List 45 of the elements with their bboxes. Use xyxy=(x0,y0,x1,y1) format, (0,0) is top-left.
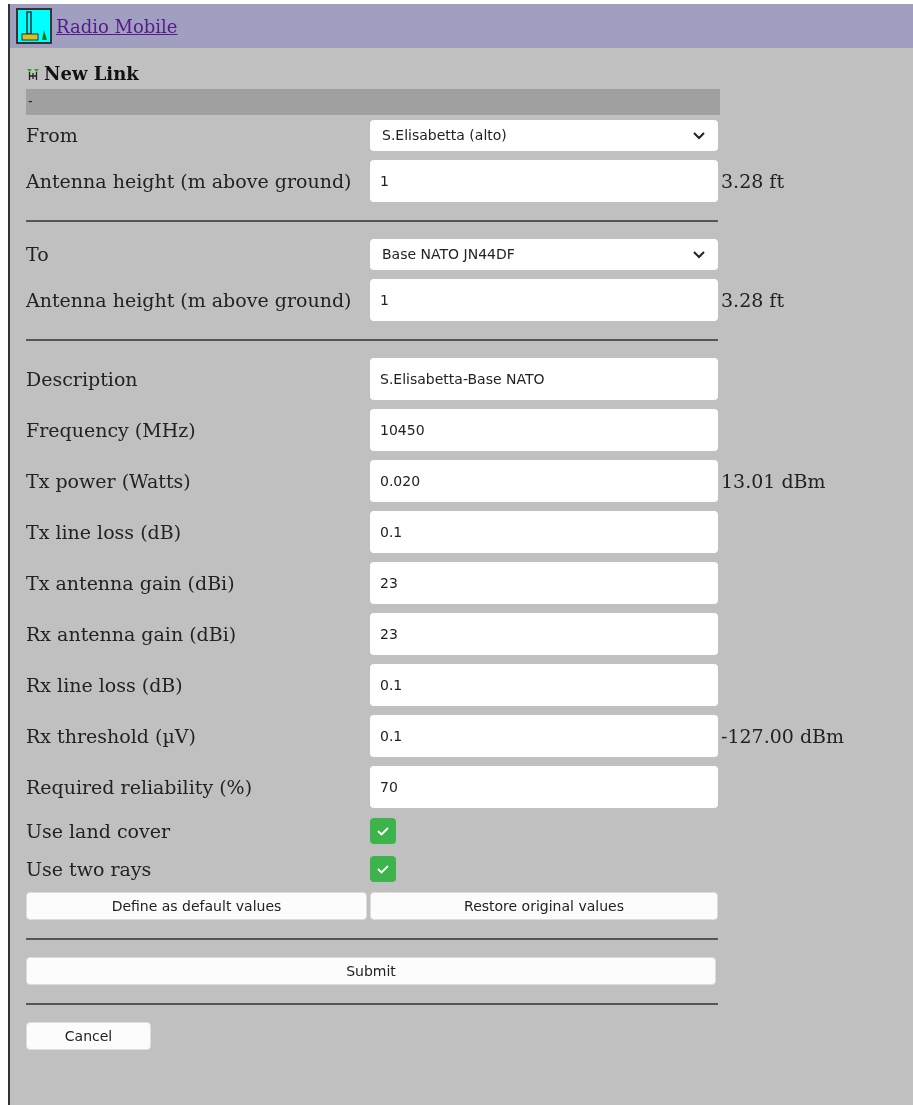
input-field[interactable]: S.Elisabetta-Base NATO xyxy=(370,358,718,400)
field-label: Rx antenna gain (dBi) xyxy=(26,621,238,647)
unit-reading: -127.00 dBm xyxy=(721,723,846,749)
field-label: To xyxy=(26,242,50,268)
defaults-button[interactable]: Define as default values xyxy=(26,892,367,920)
field-label: Rx line loss (dB) xyxy=(26,672,184,698)
field-label: From xyxy=(26,123,79,149)
submit-button[interactable]: Submit xyxy=(26,957,716,985)
input-field[interactable]: 0.1 xyxy=(370,511,718,553)
page-heading: New Link xyxy=(44,62,139,86)
input-field[interactable]: 10450 xyxy=(370,409,718,451)
checkbox[interactable] xyxy=(370,818,396,845)
field-label: Rx threshold (µV) xyxy=(26,723,197,749)
input-field[interactable]: 1 xyxy=(370,160,718,202)
dropdown-field[interactable]: Base NATO JN44DF xyxy=(370,239,718,270)
input-field[interactable]: 23 xyxy=(370,613,718,655)
field-label: Tx antenna gain (dBi) xyxy=(26,570,236,596)
input-field[interactable]: 0.1 xyxy=(370,664,718,706)
chevron-down-icon xyxy=(692,130,706,141)
field-label: Tx power (Watts) xyxy=(26,468,192,494)
field-label: Use two rays xyxy=(26,856,153,882)
field-label: Required reliability (%) xyxy=(26,774,254,800)
defaults-button[interactable]: Restore original values xyxy=(370,892,718,920)
unit-reading: 3.28 ft xyxy=(721,168,785,194)
status-bar: - xyxy=(26,89,720,115)
tower-logo-icon xyxy=(16,8,52,44)
antenna-link-icon xyxy=(26,66,40,81)
field-label: Frequency (MHz) xyxy=(26,417,197,443)
input-field[interactable]: 0.020 xyxy=(370,460,718,502)
field-label: Tx line loss (dB) xyxy=(26,519,183,545)
checkbox[interactable] xyxy=(370,855,396,882)
field-label: Description xyxy=(26,366,139,392)
input-field[interactable]: 1 xyxy=(370,279,718,321)
unit-reading: 3.28 ft xyxy=(721,287,785,313)
unit-reading: 13.01 dBm xyxy=(721,468,827,494)
field-label: Antenna height (m above ground) xyxy=(26,168,353,194)
chevron-down-icon xyxy=(692,249,706,260)
field-label: Use land cover xyxy=(26,819,172,844)
input-field[interactable]: 23 xyxy=(370,562,718,604)
field-label: Antenna height (m above ground) xyxy=(26,287,353,313)
input-field[interactable]: 70 xyxy=(370,766,718,808)
app-title-link[interactable]: Radio Mobile xyxy=(56,12,178,40)
cancel-button[interactable]: Cancel xyxy=(26,1022,151,1050)
input-field[interactable]: 0.1 xyxy=(370,715,718,757)
dropdown-field[interactable]: S.Elisabetta (alto) xyxy=(370,120,718,151)
